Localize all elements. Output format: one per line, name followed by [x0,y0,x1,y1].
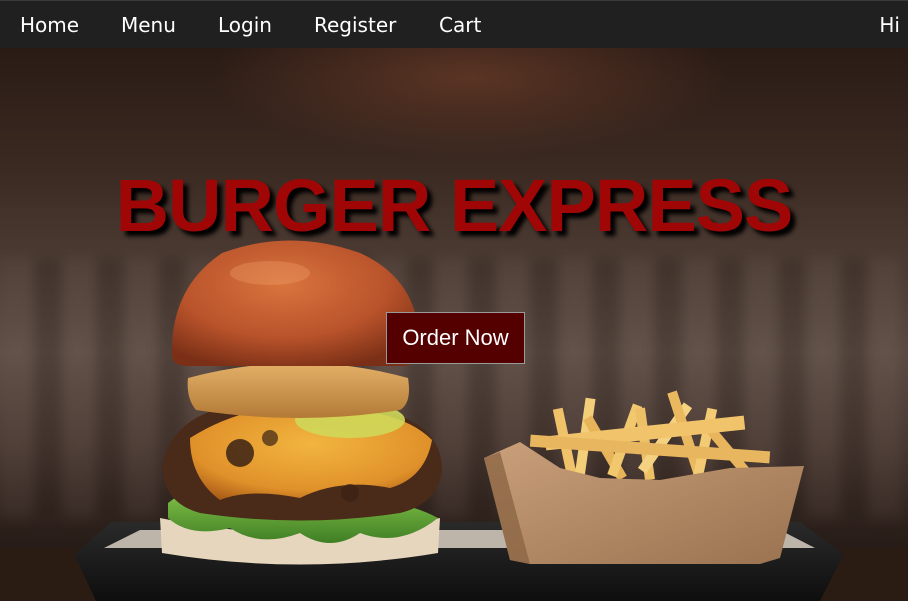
nav-link-menu[interactable]: Menu [121,13,176,37]
nav-link-cart[interactable]: Cart [439,13,481,37]
nav-link-register[interactable]: Register [314,13,396,37]
hero-section: BURGER EXPRESS Order Now [0,48,908,601]
nav-link-login[interactable]: Login [218,13,272,37]
page: Home Menu Login Register Cart Hi BURGER … [0,0,908,601]
onion-ring [187,363,409,418]
hero-title: BURGER EXPRESS [115,164,794,247]
order-now-button[interactable]: Order Now [386,312,525,364]
burger-top-bun [171,240,420,366]
user-greeting: Hi [879,13,900,37]
fries [529,390,771,481]
nav-link-home[interactable]: Home [20,13,79,37]
top-navbar: Home Menu Login Register Cart Hi [0,0,908,48]
